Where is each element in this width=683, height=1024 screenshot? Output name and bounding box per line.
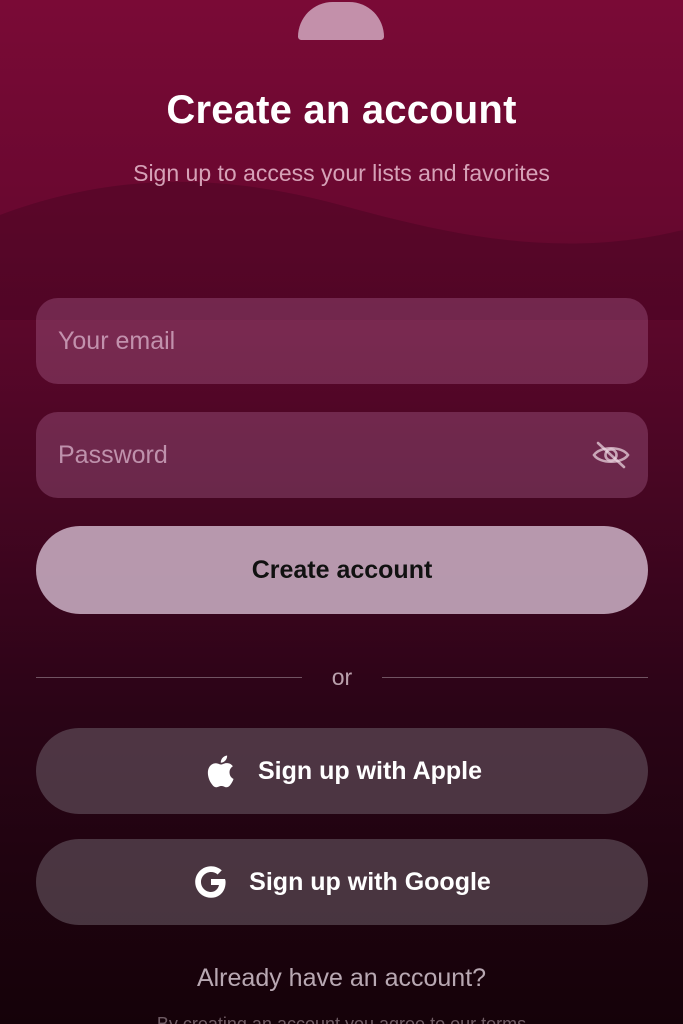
already-have-account-link[interactable]: Already have an account? bbox=[0, 964, 683, 993]
page-subtitle: Sign up to access your lists and favorit… bbox=[133, 160, 550, 186]
terms-text: By creating an account you agree to our … bbox=[156, 1014, 527, 1024]
top-handle bbox=[298, 2, 384, 40]
apple-button-label: Sign up with Apple bbox=[257, 756, 483, 785]
password-field[interactable] bbox=[58, 440, 578, 470]
create-account-button[interactable]: Create account bbox=[36, 526, 648, 614]
or-divider: or bbox=[36, 660, 648, 694]
eye-slash-icon[interactable] bbox=[590, 439, 632, 471]
sign-up-with-apple-button[interactable]: Sign up with Apple bbox=[36, 728, 648, 814]
page-title: Create an account bbox=[166, 88, 517, 132]
email-field[interactable] bbox=[58, 326, 626, 356]
sign-up-with-google-button[interactable]: Sign up with Google bbox=[36, 839, 648, 925]
password-field-container bbox=[36, 412, 648, 498]
apple-logo-icon bbox=[202, 753, 238, 789]
divider-line-left bbox=[36, 676, 302, 678]
divider-line-right bbox=[382, 676, 648, 678]
google-button-label: Sign up with Google bbox=[249, 867, 491, 896]
divider-label: or bbox=[331, 663, 353, 690]
email-field-container bbox=[36, 298, 648, 384]
google-logo-icon bbox=[193, 864, 229, 900]
